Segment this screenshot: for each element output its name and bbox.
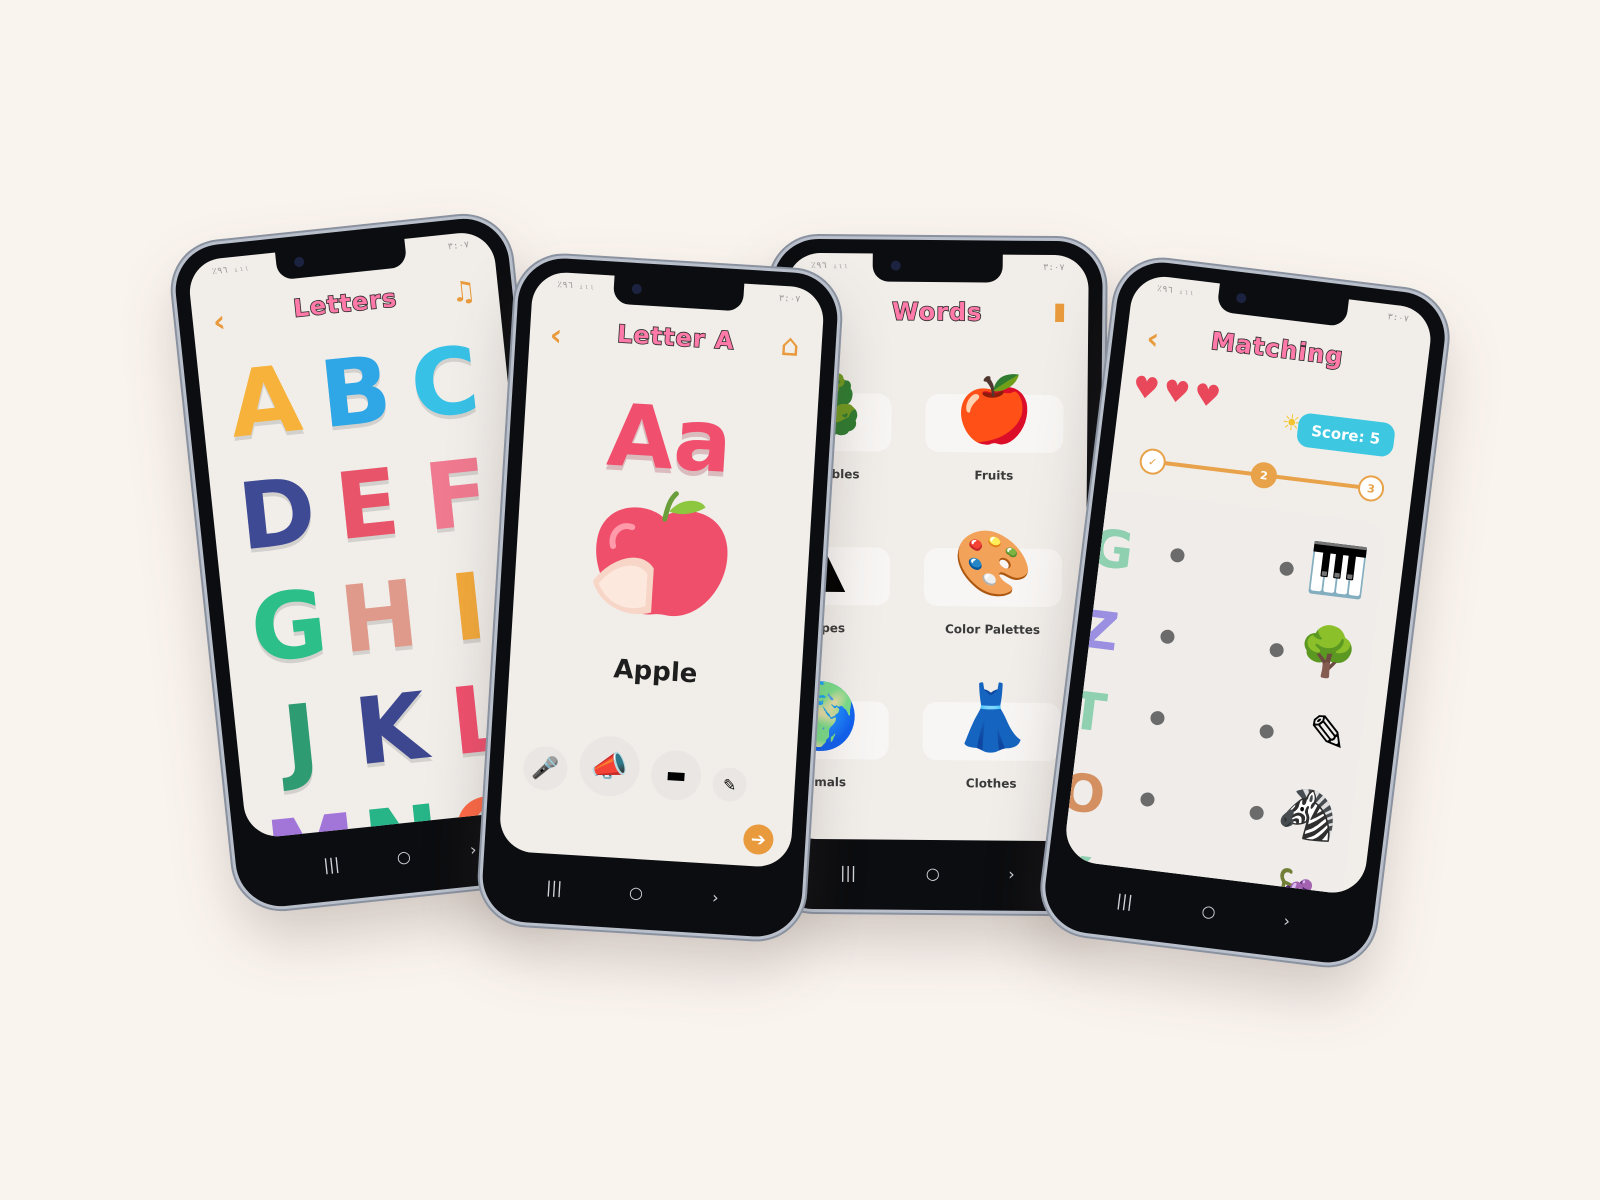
matching-board: G🎹Z🌳T✎O🦓X🍇 (1062, 488, 1388, 897)
letter-tile[interactable]: H (330, 559, 429, 673)
score-badge: Score: 5 (1295, 412, 1397, 458)
tool-row: 🎤 📣 ▬ ✎ (521, 731, 787, 817)
match-picture[interactable]: ✎ (1304, 704, 1351, 764)
palette-icon[interactable]: ✎ (711, 766, 748, 803)
category-icon: 🍎 (954, 373, 1035, 448)
match-picture[interactable]: 🌳 (1295, 620, 1361, 684)
left-connector-dot[interactable] (1159, 628, 1176, 645)
match-letter[interactable]: O (1063, 762, 1109, 827)
system-nav: ||| ○ › (481, 868, 802, 921)
match-picture[interactable]: 🦓 (1275, 783, 1341, 847)
letter-pair: Aa (604, 385, 735, 494)
left-connector-dot[interactable] (1149, 710, 1166, 726)
level-progress: ✓ 2 3 (1138, 445, 1386, 505)
category-label: Clothes (965, 776, 1017, 791)
home-button[interactable]: ○ (1201, 901, 1217, 922)
category-icon: 31 (913, 826, 1068, 841)
letter-tile[interactable]: B (306, 335, 405, 449)
right-connector-dot[interactable] (1268, 642, 1285, 658)
right-connector-dot[interactable] (1238, 886, 1255, 897)
right-connector-dot[interactable] (1248, 805, 1265, 821)
letter-tile[interactable]: C (395, 326, 494, 439)
notch (872, 251, 1003, 283)
next-button[interactable]: ➔ (742, 823, 775, 856)
home-button[interactable]: ○ (926, 864, 940, 883)
match-picture[interactable]: 🍇 (1265, 864, 1331, 896)
bookmark-icon[interactable]: ▮ (1053, 297, 1066, 325)
category-icon: 👗 (951, 681, 1032, 756)
category-card[interactable]: 31 (913, 826, 1068, 841)
recents-button[interactable]: ||| (322, 854, 340, 875)
step-2: 2 (1249, 460, 1279, 490)
match-letter[interactable]: G (1087, 518, 1137, 583)
letter-tile[interactable]: F (407, 438, 506, 551)
step-1: ✓ (1138, 447, 1168, 477)
home-button[interactable]: ○ (396, 847, 412, 867)
page-title: Letter A (616, 319, 737, 356)
phone-letter-a: ٪٩٦ ᵢₗₗ ٣:٠٧ ‹ Letter A ⌂ Aa Apple 🎤 📣 ▬ ✎ ➔… (479, 255, 841, 940)
apple-icon (592, 491, 728, 617)
recents-button[interactable]: ||| (840, 863, 856, 882)
back-nav-button[interactable]: › (1282, 911, 1291, 931)
category-card[interactable]: 🎨 Color Palettes (915, 518, 1070, 655)
back-nav-button[interactable]: › (712, 888, 720, 907)
lives-hearts: ♥♥♥ (1130, 369, 1227, 416)
music-icon[interactable]: ♫ (449, 274, 477, 309)
left-connector-dot[interactable] (1169, 547, 1186, 564)
letter-tile[interactable]: K (341, 672, 440, 786)
letter-a-screen: ٪٩٦ ᵢₗₗ ٣:٠٧ ‹ Letter A ⌂ Aa Apple 🎤 📣 ▬ ✎ ➔ (498, 270, 826, 869)
right-connector-dot[interactable] (1278, 560, 1295, 577)
chalkboard-icon[interactable]: ▬ (649, 748, 703, 802)
recents-button[interactable]: ||| (1115, 891, 1133, 912)
left-connector-dot[interactable] (1139, 791, 1156, 808)
home-button[interactable]: ○ (629, 883, 644, 903)
letter-tile[interactable]: G (239, 569, 340, 683)
home-icon[interactable]: ⌂ (780, 328, 801, 364)
category-card[interactable]: 👗 Clothes (914, 672, 1069, 809)
recents-button[interactable]: ||| (546, 878, 563, 898)
microphone-icon[interactable]: 🎤 (522, 745, 569, 792)
letter-tile[interactable]: E (318, 448, 417, 561)
right-connector-dot[interactable] (1258, 723, 1275, 740)
letter-tile[interactable]: J (250, 683, 351, 793)
letter-tile[interactable]: N (353, 784, 452, 839)
step-3: 3 (1356, 473, 1386, 503)
category-label: Color Palettes (944, 622, 1041, 637)
match-letter[interactable]: T (1067, 681, 1110, 745)
category-icon: 🎨 (952, 527, 1034, 602)
back-nav-button[interactable]: › (469, 840, 477, 860)
page-title: Matching (1209, 326, 1346, 372)
back-nav-button[interactable]: › (1008, 865, 1015, 884)
match-picture[interactable]: 🎹 (1305, 539, 1371, 603)
match-letter[interactable]: Z (1077, 599, 1122, 663)
word-label: Apple (612, 654, 699, 690)
matching-screen: ٪٩٦ ᵢₗₗ ٣:٠٧ ‹ Matching ♥♥♥ ☀ Score: 5 ✓ … (1062, 273, 1435, 897)
megaphone-icon[interactable]: 📣 (577, 734, 642, 799)
category-card[interactable]: 🍎 Fruits (917, 364, 1072, 501)
letter-tile[interactable]: A (215, 344, 316, 458)
letter-tile[interactable]: M (261, 793, 363, 840)
category-label: Fruits (974, 468, 1014, 483)
letter-tile[interactable]: D (227, 457, 328, 571)
